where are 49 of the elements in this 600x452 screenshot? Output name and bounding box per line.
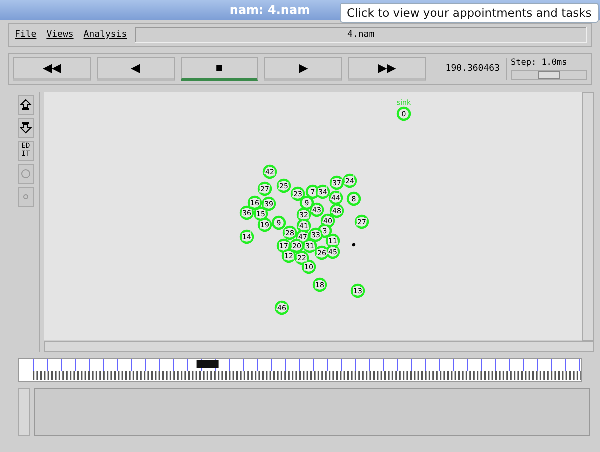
node-circle[interactable] (314, 246, 330, 260)
node-circle[interactable] (296, 208, 312, 222)
playback-button[interactable]: ■ (180, 57, 258, 81)
playback-button[interactable]: ◀ (96, 57, 175, 81)
time-marker[interactable] (196, 360, 219, 368)
node-circle[interactable] (326, 244, 340, 260)
playback-button[interactable]: ◀◀ (13, 57, 91, 81)
node-circle[interactable] (276, 178, 292, 194)
slider-thumb[interactable] (538, 71, 560, 79)
dot-icon (23, 194, 29, 200)
timeline[interactable] (18, 358, 582, 382)
node-circle[interactable] (274, 300, 290, 316)
packet-dot (352, 243, 356, 247)
node-circle[interactable] (296, 218, 312, 234)
node-circle[interactable] (346, 192, 362, 206)
horizontal-scrollbar[interactable] (44, 341, 594, 352)
node-circle[interactable] (240, 206, 254, 220)
node-circle[interactable] (350, 284, 366, 298)
node-circle[interactable] (290, 238, 304, 254)
menu-item[interactable]: Analysis (82, 30, 130, 40)
vertical-scrollbar[interactable] (582, 92, 594, 341)
node-circle[interactable] (354, 214, 370, 230)
playback-button[interactable]: ▶ (264, 57, 342, 81)
node-circle[interactable] (258, 218, 272, 232)
time-readout: 190.360463 (444, 64, 500, 74)
window-title: nam: 4.nam (230, 3, 310, 17)
vertical-scrollbar[interactable] (18, 388, 30, 436)
node-circle[interactable] (262, 164, 278, 180)
menu-item[interactable]: File (13, 30, 39, 40)
circle-icon (21, 169, 31, 179)
playback-button[interactable]: ▶▶ (348, 57, 426, 81)
tool-button[interactable] (18, 118, 34, 138)
step-slider[interactable] (510, 70, 587, 80)
zoom-out-icon (20, 122, 32, 134)
node-circle[interactable] (302, 260, 316, 274)
node-circle[interactable] (276, 238, 292, 254)
tool-button[interactable] (18, 95, 34, 115)
file-field: 4.nam (135, 27, 587, 43)
tooltip: Click to view your appointments and tasks (340, 3, 599, 23)
node-circle[interactable] (272, 216, 286, 230)
node-circle[interactable] (342, 174, 358, 188)
zoom-in-icon (20, 99, 32, 111)
step-label: Step: 1.0ms (510, 58, 568, 68)
node-circle[interactable] (326, 234, 340, 248)
node-circle[interactable] (312, 278, 328, 292)
node-circle[interactable] (258, 182, 272, 196)
node-circle[interactable] (240, 230, 254, 244)
menu-item[interactable]: Views (44, 30, 76, 40)
node-circle[interactable] (396, 106, 412, 122)
